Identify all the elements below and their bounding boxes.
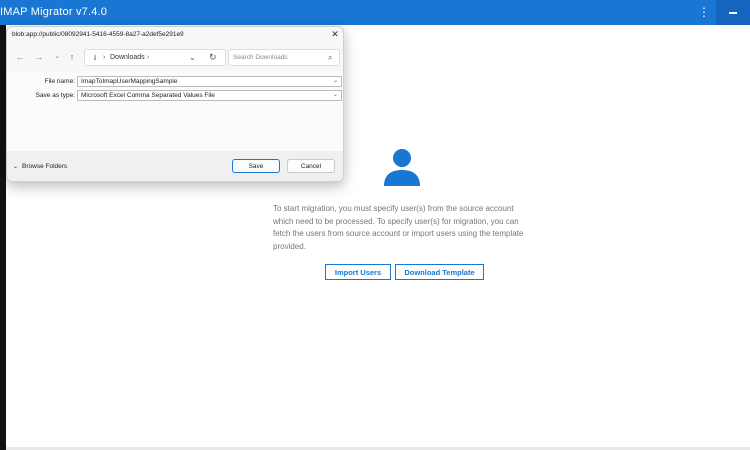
app-titlebar: IMAP Migrator v7.4.0 ⋮ xyxy=(0,0,750,25)
file-name-field[interactable]: ImapToImapUserMappingSample ⌄ xyxy=(77,76,342,87)
address-bar[interactable]: ⭳ › Downloads › ⌄ ↻ xyxy=(84,49,226,66)
empty-state-message: To start migration, you must specify use… xyxy=(273,204,524,251)
back-arrow-icon[interactable]: ← xyxy=(14,51,26,63)
kebab-menu-icon[interactable]: ⋮ xyxy=(698,4,710,20)
download-template-button[interactable]: Download Template xyxy=(395,264,484,280)
save-type-value: Microsoft Excel Comma Separated Values F… xyxy=(81,92,215,99)
save-button[interactable]: Save xyxy=(232,159,280,173)
dialog-nav-bar: ← → ⌄ ↑ ⭳ › Downloads › ⌄ ↻ ⌕ xyxy=(7,45,343,71)
up-arrow-icon[interactable]: ↑ xyxy=(66,51,78,63)
dialog-footer: ⌄ Browse Folders Save Cancel xyxy=(7,151,343,181)
save-type-label: Save as type: xyxy=(35,92,75,99)
file-name-value: ImapToImapUserMappingSample xyxy=(81,78,178,85)
save-file-dialog: blob:app://public/08092941-5416-4559-8a2… xyxy=(6,26,344,182)
refresh-icon[interactable]: ↻ xyxy=(209,52,217,63)
breadcrumb-separator-icon: › xyxy=(147,54,150,61)
address-dropdown-icon[interactable]: ⌄ xyxy=(189,53,196,63)
minimize-icon xyxy=(729,12,737,14)
browse-folders-label: Browse Folders xyxy=(22,163,68,170)
breadcrumb-downloads[interactable]: Downloads xyxy=(110,53,145,63)
breadcrumb-separator-icon: › xyxy=(103,54,106,61)
browse-folders-toggle[interactable]: ⌄ Browse Folders xyxy=(13,163,67,170)
forward-arrow-icon[interactable]: → xyxy=(33,51,45,63)
app-title: IMAP Migrator v7.4.0 xyxy=(0,6,108,18)
close-icon[interactable]: ✕ xyxy=(329,28,341,40)
person-icon xyxy=(384,149,420,186)
import-users-button[interactable]: Import Users xyxy=(325,264,391,280)
minimize-button[interactable] xyxy=(716,0,750,25)
cancel-button[interactable]: Cancel xyxy=(287,159,335,173)
download-icon: ⭳ xyxy=(93,53,97,62)
chevron-down-icon: ⌄ xyxy=(13,164,19,170)
save-type-select[interactable]: Microsoft Excel Comma Separated Values F… xyxy=(77,90,342,101)
search-input[interactable] xyxy=(229,50,324,65)
dialog-fields: File name: ImapToImapUserMappingSample ⌄… xyxy=(7,71,343,151)
dialog-title: blob:app://public/08092941-5416-4559-8a2… xyxy=(12,31,184,38)
file-name-label: File name: xyxy=(44,78,75,85)
search-icon[interactable]: ⌕ xyxy=(328,53,332,63)
chevron-down-icon[interactable]: ⌄ xyxy=(51,51,63,63)
chevron-down-icon[interactable]: ⌄ xyxy=(333,91,338,100)
search-box: ⌕ xyxy=(228,49,340,66)
chevron-down-icon[interactable]: ⌄ xyxy=(333,77,338,86)
